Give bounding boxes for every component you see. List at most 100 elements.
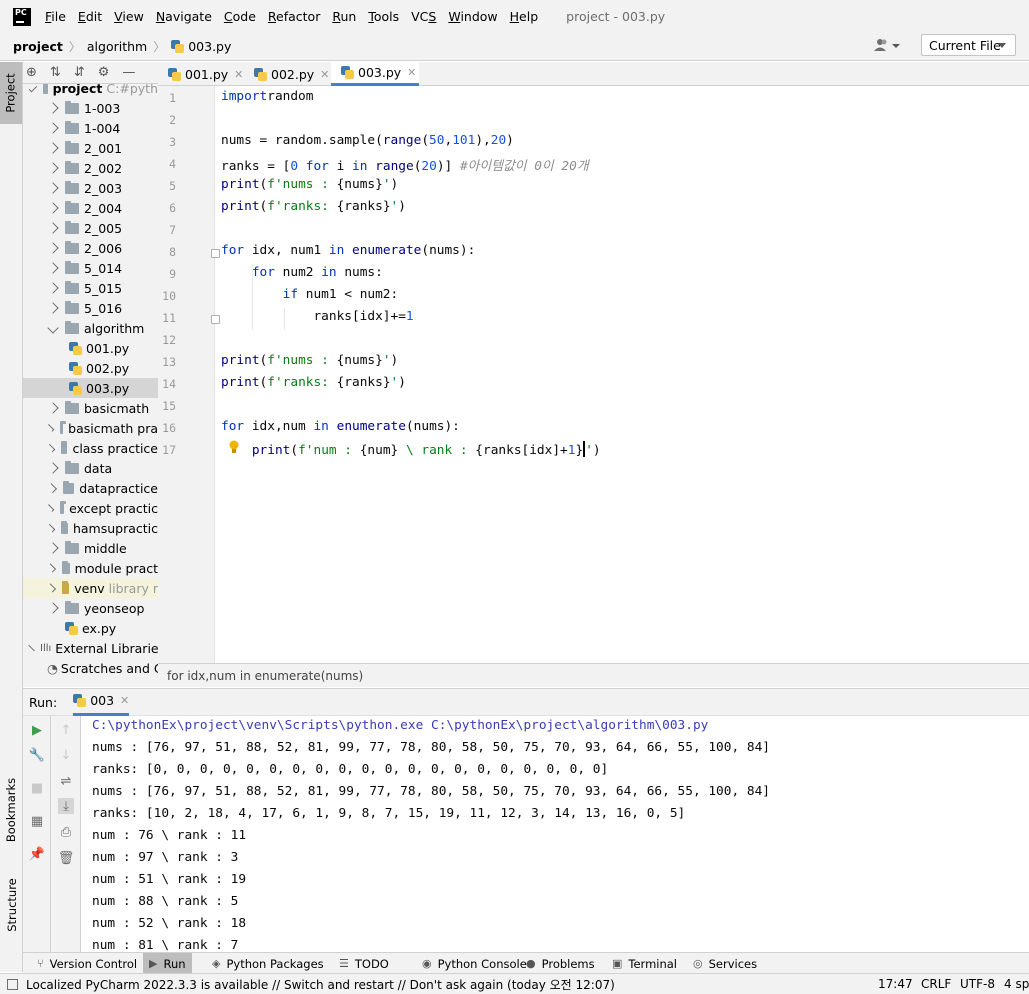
chevron-down-icon[interactable]	[28, 84, 37, 93]
tool-tab-problems[interactable]: ● Problems	[520, 953, 601, 974]
code-line[interactable]: print(f'nums : {nums}')	[221, 177, 398, 192]
code-line[interactable]: for idx, num1 in enumerate(nums):	[221, 243, 475, 258]
tree-item-middle[interactable]: middle	[23, 538, 158, 558]
menu-run[interactable]: Run	[332, 9, 356, 24]
tree-item-project[interactable]: project C:#pyth	[23, 84, 158, 98]
chevron-right-icon[interactable]	[46, 504, 55, 512]
tree-item-2-003[interactable]: 2_003	[23, 178, 158, 198]
breadcrumb-folder[interactable]: algorithm	[87, 39, 147, 54]
tree-item-5-016[interactable]: 5_016	[23, 298, 158, 318]
menu-help[interactable]: Help	[510, 9, 539, 24]
hide-panel-icon[interactable]: —	[122, 65, 135, 80]
chevron-right-icon[interactable]	[46, 563, 57, 573]
code-line[interactable]: ranks = [0 for i in range(20)] #아이템값이 0이…	[221, 155, 589, 174]
tree-item-datapractice[interactable]: datapractice	[23, 478, 158, 498]
tool-tab-project[interactable]: Project	[0, 62, 22, 124]
code-line[interactable]: print(f'ranks: {ranks}')	[221, 199, 406, 214]
tree-item-basicmath-pra[interactable]: basicmath pra	[23, 418, 158, 438]
chevron-right-icon[interactable]	[47, 222, 59, 234]
fold-marker-icon[interactable]	[211, 249, 220, 258]
tool-tab-structure[interactable]: Structure	[2, 870, 21, 940]
file-encoding[interactable]: UTF-8	[960, 977, 995, 991]
tree-item-data[interactable]: data	[23, 458, 158, 478]
tree-item-5-014[interactable]: 5_014	[23, 258, 158, 278]
pin-icon[interactable]: 📌	[29, 846, 45, 862]
editor-breadcrumb[interactable]: for idx,num in enumerate(nums)	[158, 663, 1029, 687]
tree-item-venv[interactable]: venv library r	[23, 578, 158, 598]
stop-icon[interactable]: ■	[29, 780, 45, 796]
tool-tab-version-control[interactable]: ⑂ Version Control	[31, 953, 143, 974]
tree-item-001-py[interactable]: 001.py	[23, 338, 158, 358]
tree-item-002-py[interactable]: 002.py	[23, 358, 158, 378]
chevron-right-icon[interactable]	[28, 644, 35, 652]
chevron-right-icon[interactable]	[47, 462, 59, 474]
tree-item-5-015[interactable]: 5_015	[23, 278, 158, 298]
chevron-right-icon[interactable]	[47, 142, 59, 154]
tab-003-py[interactable]: 003.py ✕	[331, 62, 419, 86]
arrow-up-icon[interactable]: ↑	[58, 722, 74, 738]
tree-item-ex-py[interactable]: ex.py	[23, 618, 158, 638]
code-line[interactable]: ranks[idx]+=1	[221, 309, 413, 324]
chevron-right-icon[interactable]	[47, 262, 59, 274]
status-message[interactable]: Localized PyCharm 2022.3.3 is available …	[26, 976, 615, 993]
indent-setting[interactable]: 4 spa	[1004, 977, 1029, 991]
chevron-right-icon[interactable]	[47, 122, 59, 134]
code-line[interactable]: print(f'nums : {nums}')	[221, 353, 398, 368]
tab-002-py[interactable]: 002.py ✕	[244, 62, 331, 86]
tree-item-1-004[interactable]: 1-004	[23, 118, 158, 138]
menu-window[interactable]: Window	[448, 9, 497, 24]
chevron-right-icon[interactable]	[47, 402, 59, 414]
code-editor[interactable]: importrandom nums = random.sample(range(5…	[216, 86, 1029, 663]
tree-item-1-003[interactable]: 1-003	[23, 98, 158, 118]
chevron-right-icon[interactable]	[47, 482, 58, 494]
console-command-line[interactable]: C:\pythonEx\project\venv\Scripts\python.…	[92, 718, 708, 733]
tool-tab-todo[interactable]: ☰ TODO	[333, 953, 395, 974]
code-line[interactable]: nums = random.sample(range(50,101),20)	[221, 133, 514, 148]
tree-item-2-004[interactable]: 2_004	[23, 198, 158, 218]
tree-item-yeonseop[interactable]: yeonseop	[23, 598, 158, 618]
tree-item-module-pract[interactable]: module pract	[23, 558, 158, 578]
menu-file[interactable]: File	[45, 9, 66, 24]
scroll-to-end-icon[interactable]: ⤓	[58, 798, 74, 814]
trash-icon[interactable]: 🗑	[58, 850, 75, 866]
menu-code[interactable]: Code	[224, 9, 256, 24]
menu-refactor[interactable]: Refactor	[268, 9, 320, 24]
code-line[interactable]: print(f'ranks: {ranks}')	[221, 375, 406, 390]
panel-toggle-icon[interactable]	[7, 978, 18, 990]
chevron-down-icon[interactable]	[47, 322, 59, 334]
breadcrumb-project[interactable]: project	[13, 39, 63, 54]
menu-edit[interactable]: Edit	[78, 9, 102, 24]
tree-item-2-006[interactable]: 2_006	[23, 238, 158, 258]
close-icon[interactable]: ✕	[120, 694, 129, 707]
tool-tab-python-packages[interactable]: ◈ Python Packages	[206, 953, 330, 974]
chevron-right-icon[interactable]	[47, 542, 59, 554]
code-line[interactable]: if num1 < num2:	[221, 287, 399, 302]
chevron-right-icon[interactable]	[47, 302, 59, 314]
close-icon[interactable]: ✕	[234, 68, 243, 81]
tree-item-algorithm[interactable]: algorithm	[23, 318, 158, 338]
tree-item-2-002[interactable]: 2_002	[23, 158, 158, 178]
expand-all-icon[interactable]: ⇅	[50, 65, 61, 80]
tree-item-2-005[interactable]: 2_005	[23, 218, 158, 238]
code-line[interactable]: print(f'num : {num} \ rank : {ranks[idx]…	[221, 441, 601, 458]
tool-tab-bookmarks[interactable]: Bookmarks	[2, 770, 21, 850]
tool-tab-run[interactable]: ▶ Run	[143, 953, 192, 974]
layout-icon[interactable]: ▦	[29, 813, 45, 829]
code-line[interactable]: for num2 in nums:	[221, 265, 383, 280]
close-icon[interactable]: ✕	[320, 68, 329, 81]
code-line[interactable]: for idx,num in enumerate(nums):	[221, 419, 460, 434]
chevron-right-icon[interactable]	[47, 242, 59, 254]
line-separator[interactable]: CRLF	[921, 977, 951, 991]
run-configuration-select[interactable]: Current File	[921, 34, 1016, 56]
user-account-icon[interactable]	[874, 38, 904, 54]
menu-vcs[interactable]: VCS	[411, 9, 436, 24]
gear-icon[interactable]: ⚙	[98, 65, 110, 80]
chevron-right-icon[interactable]	[46, 424, 55, 432]
tree-item-class-practice[interactable]: class practice	[23, 438, 158, 458]
chevron-right-icon[interactable]	[46, 443, 56, 453]
fold-marker-icon[interactable]	[211, 315, 220, 324]
run-console[interactable]: C:\pythonEx\project\venv\Scripts\python.…	[82, 716, 1029, 952]
tool-tab-python-console[interactable]: ◉ Python Console	[416, 953, 533, 974]
chevron-right-icon[interactable]	[47, 602, 59, 614]
soft-wrap-icon[interactable]: ⇌	[58, 773, 74, 789]
